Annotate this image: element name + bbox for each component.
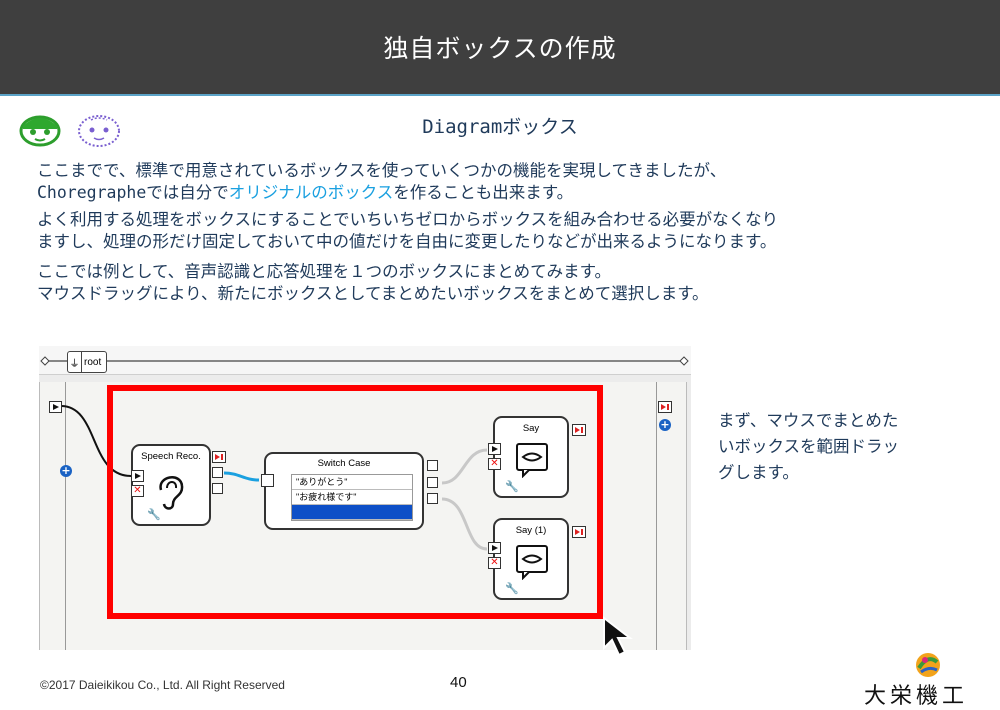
paragraph-3-line-1: ここでは例として、音声認識と応答処理を１つのボックスにまとめてみます。 <box>37 262 612 281</box>
page-number: 40 <box>450 674 467 691</box>
paragraph-2: よく利用する処理をボックスにすることでいちいちゼロからボックスを組み合わせる必要… <box>37 209 778 253</box>
paragraph-3: ここでは例として、音声認識と応答処理を１つのボックスにまとめてみます。 マウスド… <box>37 261 709 305</box>
add-output-icon[interactable]: + <box>659 419 671 431</box>
add-input-icon[interactable]: + <box>60 465 72 477</box>
mouse-cursor-icon <box>603 615 633 657</box>
instruction-note: まず、マウスでまとめた いボックスを範囲ドラッ グします。 <box>718 408 899 486</box>
paragraph-1: ここまでで、標準で用意されているボックスを使っていくつかの機能を実現してきました… <box>37 160 726 204</box>
slide-title-bar: 独自ボックスの作成 <box>0 0 1000 96</box>
slide-subtitle: Diagramボックス <box>422 116 578 138</box>
highlight-original-box: オリジナルのボックス <box>228 183 394 202</box>
company-logo-icon <box>916 653 940 677</box>
copyright-footer: ©2017 Daieikikou Co., Ltd. All Right Res… <box>40 678 285 692</box>
text-run: を作ることも出来ます。 <box>393 183 574 202</box>
instruction-note-line: いボックスを範囲ドラッ <box>718 437 900 456</box>
text-run: Choregrapheでは自分で <box>37 183 229 202</box>
instruction-note-line: まず、マウスでまとめた <box>718 411 899 430</box>
paragraph-1-line-1: ここまでで、標準で用意されているボックスを使っていくつかの機能を実現してきました… <box>37 161 727 180</box>
drag-selection-rectangle <box>107 385 603 619</box>
diagram-onstopped-port[interactable] <box>658 401 672 413</box>
slide-title: 独自ボックスの作成 <box>383 34 617 63</box>
diagram-onstart-port[interactable] <box>49 401 62 413</box>
instruction-note-line: グします。 <box>718 463 799 482</box>
paragraph-1-line-2: Choregrapheでは自分でオリジナルのボックスを作ることも出来ます。 <box>37 182 726 204</box>
paragraph-3-line-2: マウスドラッグにより、新たにボックスとしてまとめたいボックスをまとめて選択します… <box>37 284 709 303</box>
paragraph-2-line-2: ますし、処理の形だけ固定しておいて中の値だけを自由に変更したりなどが出来るように… <box>37 232 777 251</box>
paragraph-2-line-1: よく利用する処理をボックスにすることでいちいちゼロからボックスを組み合わせる必要… <box>37 210 779 229</box>
company-logo-text: 大栄機工 <box>864 684 969 709</box>
